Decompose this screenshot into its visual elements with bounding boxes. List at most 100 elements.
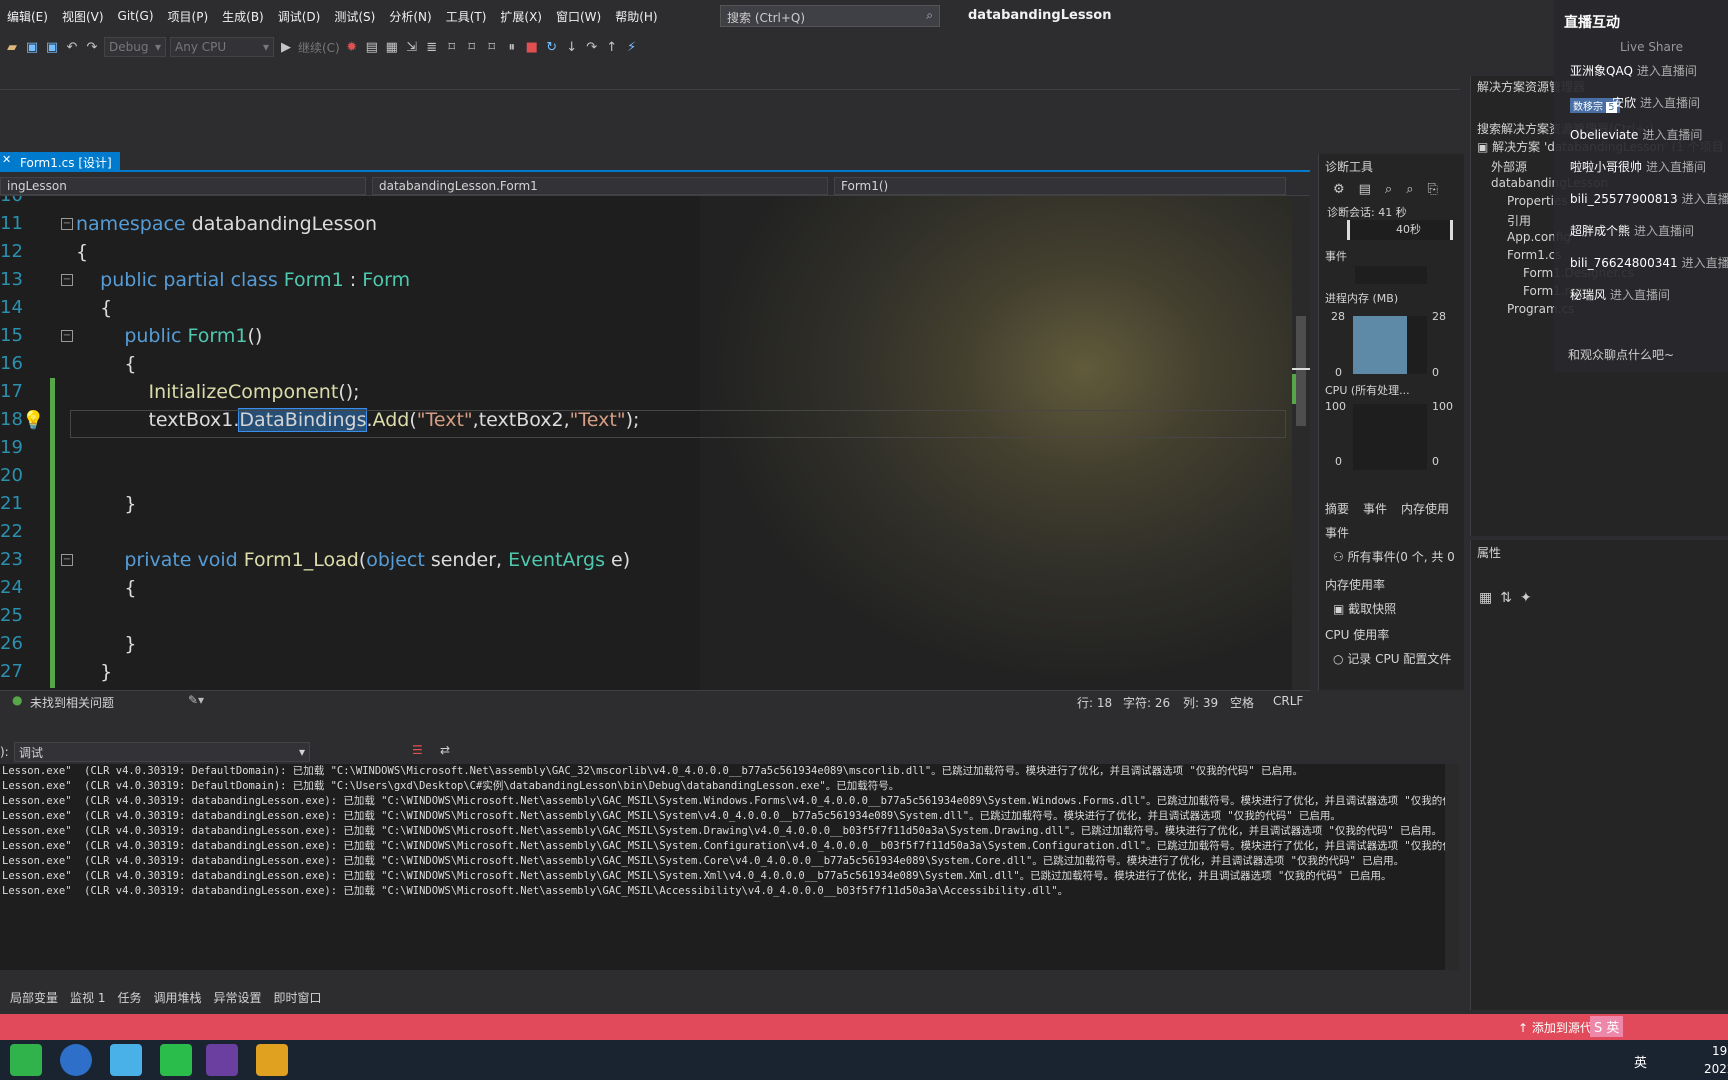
ime-indicator[interactable]: S 英 — [1590, 1016, 1624, 1037]
menu-item[interactable]: Git(G) — [111, 9, 161, 23]
visual-studio-icon[interactable] — [206, 1044, 238, 1076]
ime-tray[interactable]: 英 — [1634, 1052, 1647, 1071]
taskbar-app-6[interactable] — [256, 1044, 288, 1076]
stop-icon[interactable]: ■ — [524, 39, 540, 55]
menu-item[interactable]: 帮助(H) — [608, 8, 664, 25]
fold-toggle[interactable]: − — [61, 330, 73, 342]
step-icon[interactable]: ⇲ — [404, 39, 420, 55]
open-icon[interactable]: ▰ — [4, 39, 20, 55]
format-icon[interactable]: ≣ — [424, 39, 440, 55]
code-token: public partial class — [76, 269, 284, 291]
code-text: { — [76, 350, 136, 378]
code-token: { — [76, 353, 137, 375]
menu-item[interactable]: 生成(B) — [215, 8, 271, 25]
class-dropdown[interactable]: databandingLesson.Form1 — [372, 177, 828, 195]
step-over-icon[interactable]: ↷ — [584, 39, 600, 55]
solution-item[interactable]: 外部源 — [1491, 158, 1527, 175]
solution-item[interactable]: 引用 — [1507, 212, 1531, 229]
menu-item[interactable]: 项目(P) — [161, 8, 216, 25]
platform-select[interactable]: Any CPU ▾ — [170, 37, 274, 57]
crlf-indicator[interactable]: CRLF — [1273, 694, 1303, 708]
record-cpu-button[interactable]: ○ 记录 CPU 配置文件 — [1333, 650, 1451, 667]
taskbar-app-1[interactable] — [10, 1044, 42, 1076]
diag-tab[interactable]: 事件 — [1363, 500, 1387, 517]
menu-item[interactable]: 分析(N) — [382, 8, 438, 25]
continue-button[interactable]: 继续(C) — [298, 39, 340, 56]
bookmark-icon[interactable]: ⌑ — [444, 39, 460, 55]
output-line: Lesson.exe" (CLR v4.0.30319: databanding… — [2, 840, 1445, 852]
project-dropdown[interactable]: ingLesson — [0, 177, 366, 195]
word-wrap-icon[interactable]: ⇄ — [440, 743, 450, 757]
diag-cpu-head: CPU (所有处理... — [1325, 384, 1410, 397]
restart-icon[interactable]: ↻ — [544, 39, 560, 55]
pause-icon[interactable]: ⏸ — [504, 39, 520, 55]
menu-item[interactable]: 扩展(X) — [493, 8, 549, 25]
undo-icon[interactable]: ↶ — [64, 39, 80, 55]
add-source-button[interactable]: ↑ 添加到源代 — [1518, 1019, 1592, 1036]
taskbar-app-2[interactable] — [60, 1044, 92, 1076]
search-input[interactable]: 搜索 (Ctrl+Q) ⌕ — [720, 5, 940, 27]
step-out-icon[interactable]: ↑ — [604, 39, 620, 55]
diag-tab[interactable]: 内存使用 — [1401, 500, 1449, 517]
line-indicator[interactable]: 行: 18 — [1077, 694, 1112, 711]
editor-scrollbar[interactable] — [1292, 196, 1310, 690]
save-icon[interactable]: ▣ — [24, 39, 40, 55]
editor-status-bar: ● 未找到相关问题 ✎▾ 行: 18 字符: 26 列: 39 空格 CRLF — [0, 690, 1310, 710]
bottom-tab[interactable]: 即时窗口 — [274, 989, 322, 1006]
step-into-icon[interactable]: ↓ — [564, 39, 580, 55]
tab-form1-design[interactable]: Form1.cs [设计] — [0, 152, 120, 172]
play-icon[interactable]: ▶ — [278, 39, 294, 55]
code-line: 11 namespace databandingLesson — [0, 210, 1290, 238]
brush-icon[interactable]: ✎▾ — [188, 693, 204, 707]
menu-item[interactable]: 编辑(E) — [0, 8, 55, 25]
bottom-tab[interactable]: 异常设置 — [214, 989, 262, 1006]
hot-reload-icon[interactable]: ⚡ — [624, 39, 640, 55]
clock-time: 19 — [1712, 1044, 1728, 1058]
output-pane[interactable]: Lesson.exe" (CLR v4.0.30319: DefaultDoma… — [0, 764, 1445, 970]
chat-input[interactable]: 和观众聊点什么吧~ — [1568, 346, 1674, 363]
all-events[interactable]: ⚇ 所有事件(0 个, 共 0 — [1333, 548, 1455, 565]
diag-toolbar-icons[interactable]: ⚙▤⌕⌕⎘ — [1333, 182, 1452, 197]
issues-label[interactable]: 未找到相关问题 — [30, 694, 114, 711]
menu-item[interactable]: 测试(S) — [327, 8, 382, 25]
fold-toggle[interactable]: − — [61, 218, 73, 230]
diag-timeline[interactable]: 40秒 — [1347, 220, 1453, 240]
bookmark-next-icon[interactable]: ⌑ — [484, 39, 500, 55]
bottom-tab[interactable]: 监视 1 — [70, 989, 105, 1006]
fold-toggle[interactable]: − — [61, 554, 73, 566]
live-share[interactable]: Live Share — [1620, 40, 1683, 54]
line-number: 17 — [0, 381, 23, 402]
taskbar-app-3[interactable] — [110, 1044, 142, 1076]
fold-toggle[interactable]: − — [61, 274, 73, 286]
col-indicator[interactable]: 列: 39 — [1183, 694, 1218, 711]
folder-icon[interactable]: ▤ — [364, 39, 380, 55]
properties-toolbar-icons[interactable]: ▦⇅✦ — [1479, 590, 1540, 606]
close-tab-icon[interactable]: ✕ — [2, 153, 11, 166]
save-all-icon[interactable]: ▣ — [44, 39, 60, 55]
member-dropdown[interactable]: Form1() — [834, 177, 1286, 195]
output-source-select[interactable]: 调试 ▾ — [14, 742, 310, 762]
snapshot-button[interactable]: ▣ 截取快照 — [1333, 600, 1396, 617]
config-select[interactable]: Debug ▾ — [104, 37, 166, 57]
space-indicator[interactable]: 空格 — [1230, 694, 1254, 711]
fire-icon[interactable]: ✹ — [344, 39, 360, 55]
menu-item[interactable]: 工具(T) — [439, 8, 494, 25]
properties-title: 属性 — [1477, 546, 1502, 560]
redo-icon[interactable]: ↷ — [84, 39, 100, 55]
bottom-tab[interactable]: 调用堆栈 — [153, 989, 201, 1006]
bookmark-prev-icon[interactable]: ⌑ — [464, 39, 480, 55]
layout-icon[interactable]: ▦ — [384, 39, 400, 55]
bottom-tab[interactable]: 任务 — [117, 989, 141, 1006]
lightbulb-icon[interactable]: 💡 — [22, 410, 44, 431]
menu-item[interactable]: 调试(D) — [271, 8, 328, 25]
output-scrollbar[interactable] — [1445, 764, 1459, 970]
clear-output-icon[interactable]: ☰ — [412, 743, 423, 757]
wechat-icon[interactable] — [160, 1044, 192, 1076]
bottom-tab[interactable]: 局部变量 — [10, 989, 58, 1006]
menu-item[interactable]: 视图(V) — [55, 8, 111, 25]
code-editor[interactable]: 10 11 namespace databandingLesson 12 {13 pub… — [0, 196, 1292, 690]
diag-tab[interactable]: 摘要 — [1325, 500, 1349, 517]
char-indicator[interactable]: 字符: 26 — [1123, 694, 1170, 711]
scrollbar-thumb[interactable] — [1296, 316, 1306, 426]
menu-item[interactable]: 窗口(W) — [549, 8, 608, 25]
